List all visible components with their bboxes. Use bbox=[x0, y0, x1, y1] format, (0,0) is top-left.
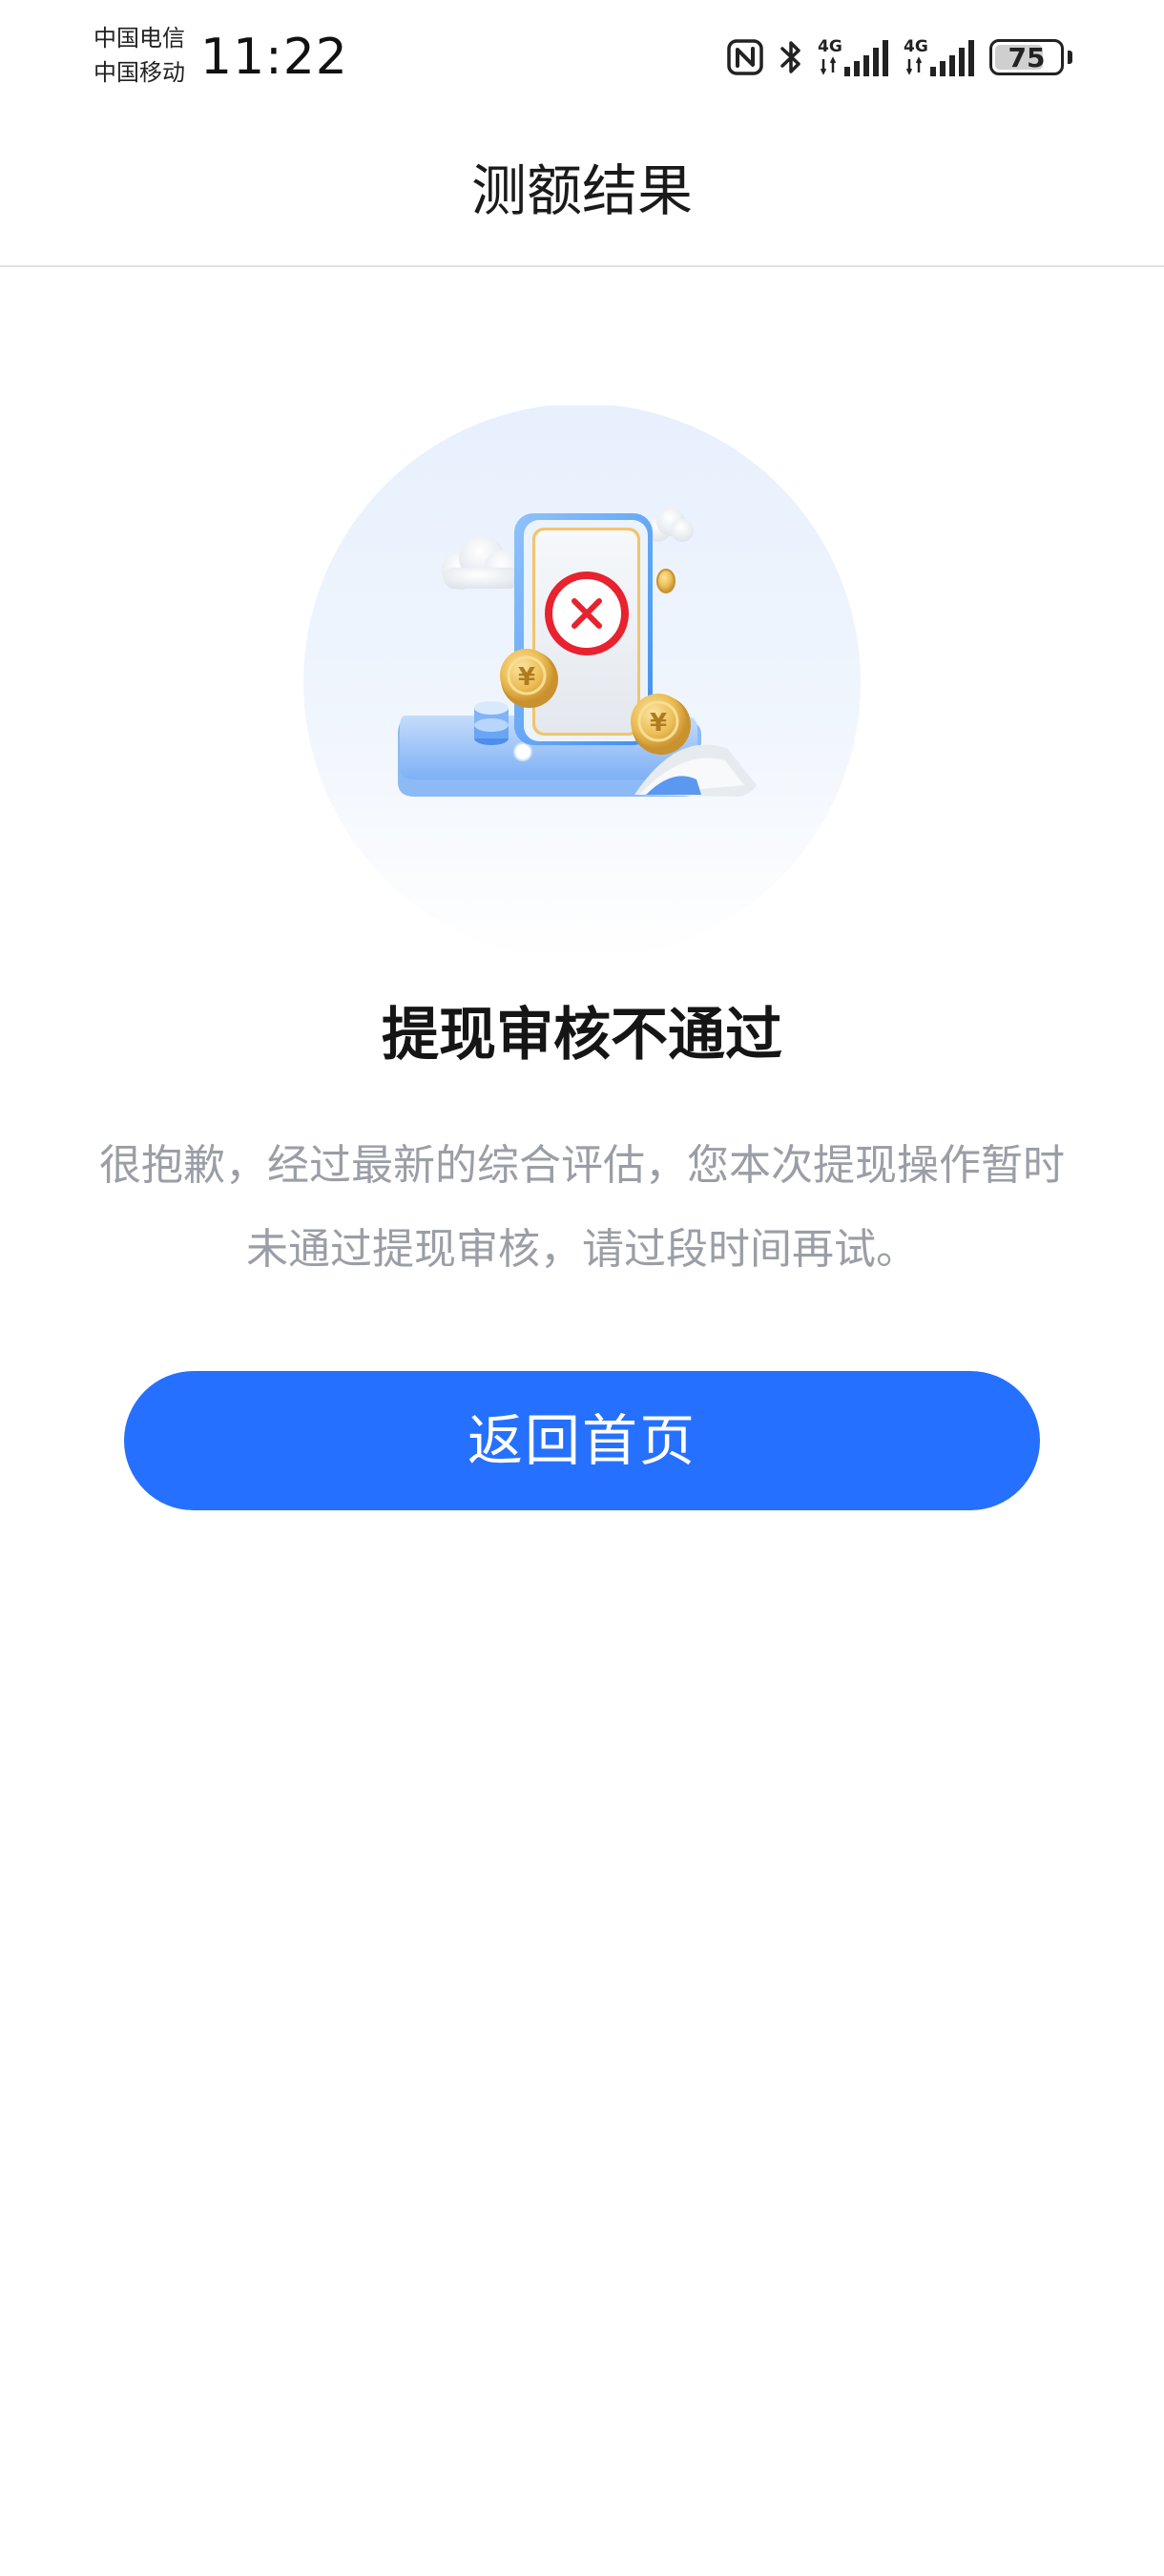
carrier-1: 中国电信 bbox=[94, 25, 185, 52]
page: 中国电信 中国移动 11:22 4G 4G 75 测额结果 ¥ ¥ 提现审核不通… bbox=[0, 0, 1164, 2576]
page-header: 测额结果 bbox=[0, 114, 1164, 267]
battery-icon: 75 bbox=[989, 39, 1064, 75]
carrier-info: 中国电信 中国移动 bbox=[94, 21, 185, 90]
signal-label: 4G bbox=[904, 37, 928, 56]
result-title: 提现审核不通过 bbox=[382, 1002, 782, 1069]
signal-4g-icon: 4G bbox=[818, 36, 890, 78]
return-home-button[interactable]: 返回首页 bbox=[124, 1371, 1040, 1510]
nfc-icon bbox=[726, 38, 764, 76]
rejected-phone-illustration: ¥ ¥ bbox=[301, 404, 863, 968]
signal-label: 4G bbox=[818, 37, 842, 56]
svg-text:¥: ¥ bbox=[650, 709, 667, 737]
battery-tip bbox=[1068, 51, 1072, 64]
battery-level: 75 bbox=[1008, 41, 1046, 73]
result-description: 很抱歉，经过最新的综合评估，您本次提现操作暂时 未通过提现审核，请过段时间再试。 bbox=[57, 1124, 1107, 1292]
signal-4g-icon: 4G bbox=[904, 36, 976, 78]
clock: 11:22 bbox=[200, 29, 348, 86]
page-title: 测额结果 bbox=[470, 158, 693, 223]
carrier-2: 中国移动 bbox=[94, 59, 185, 86]
result-description-line: 未通过提现审核，请过段时间再试。 bbox=[246, 1225, 918, 1274]
result-description-line: 很抱歉，经过最新的综合评估，您本次提现操作暂时 bbox=[99, 1141, 1065, 1190]
bluetooth-icon bbox=[778, 37, 804, 77]
status-icons: 4G 4G 75 bbox=[726, 29, 1072, 86]
svg-text:¥: ¥ bbox=[518, 663, 535, 692]
status-bar: 中国电信 中国移动 11:22 4G 4G 75 bbox=[0, 0, 1164, 114]
